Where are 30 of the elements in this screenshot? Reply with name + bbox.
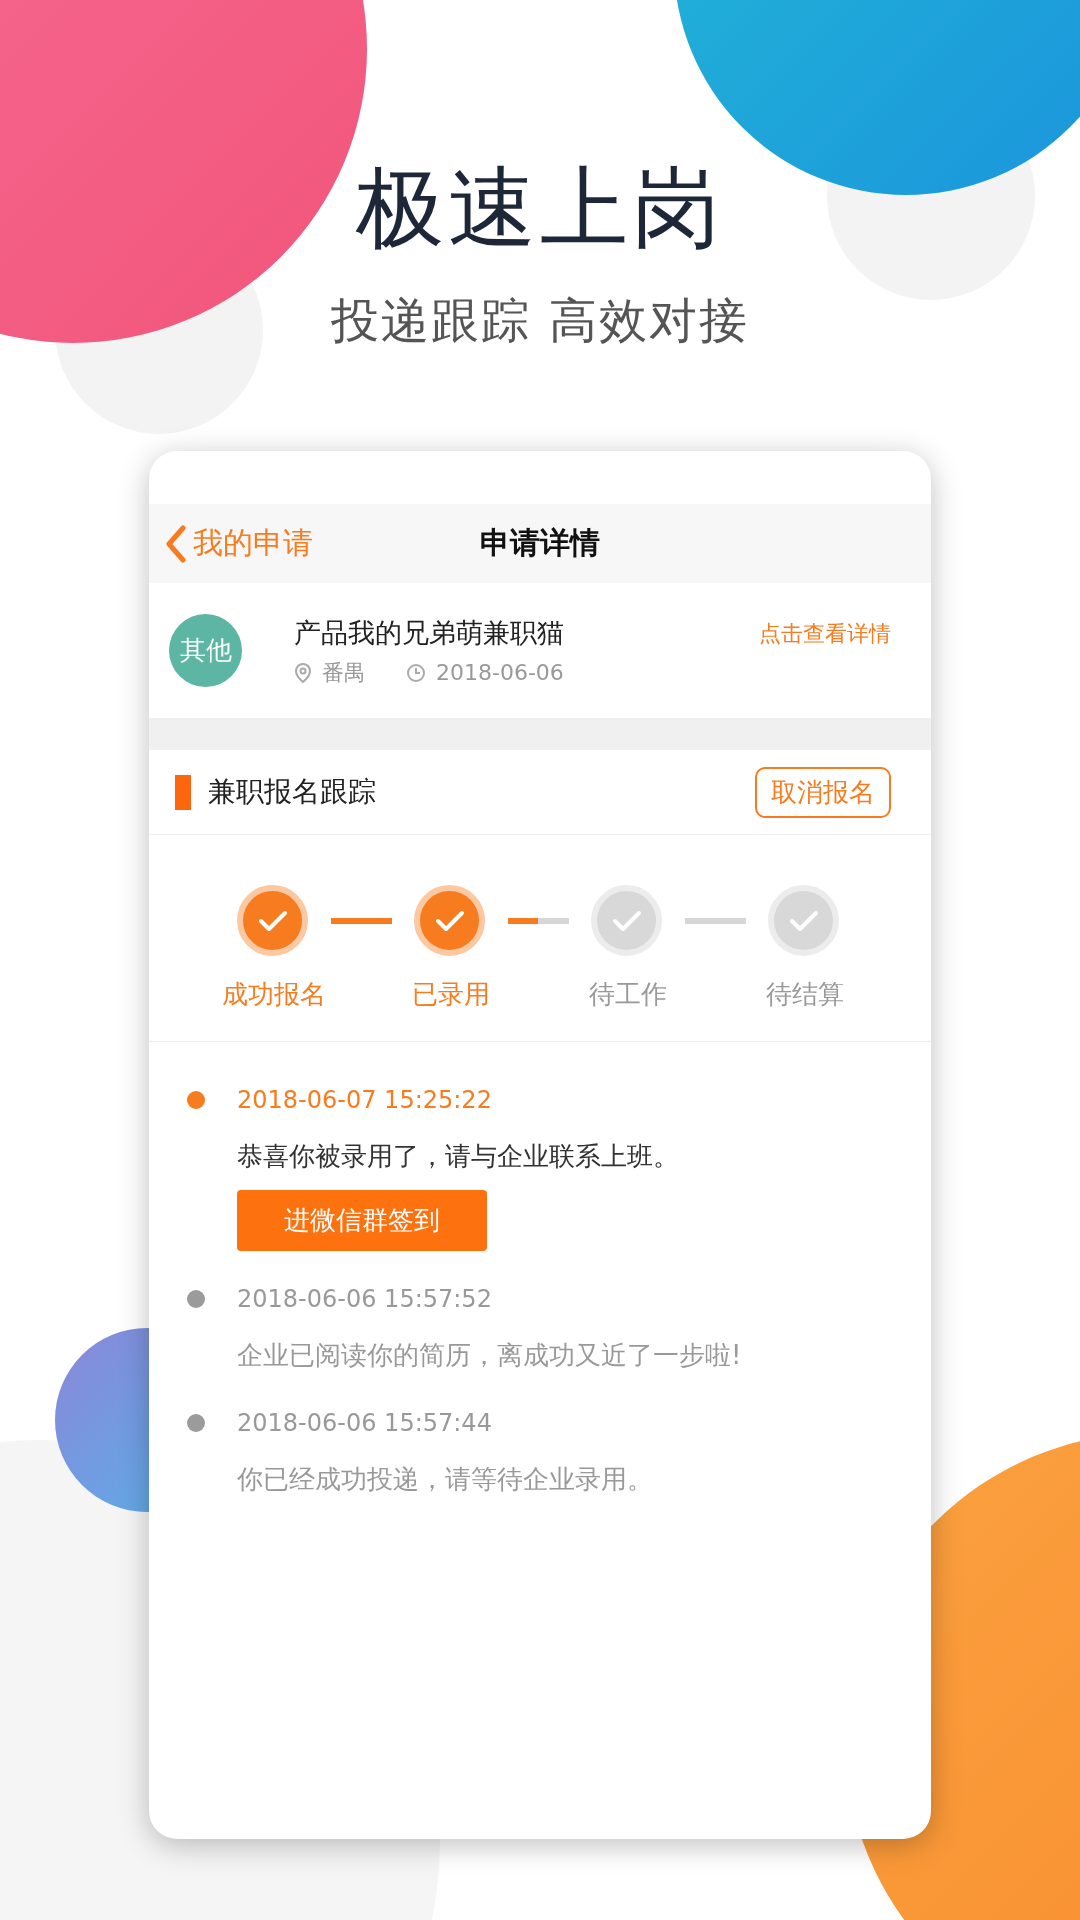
cancel-signup-button[interactable]: 取消报名 bbox=[755, 766, 891, 818]
step-label: 待结算 bbox=[765, 979, 844, 1009]
check-icon bbox=[611, 909, 642, 932]
headline-title: 极速上岗 bbox=[356, 156, 724, 259]
step-label: 已录用 bbox=[411, 979, 490, 1009]
status-message: 恭喜你被录用了，请与企业联系上班。 bbox=[237, 1140, 679, 1173]
back-chevron-icon bbox=[165, 524, 187, 563]
job-date: 2018-06-06 bbox=[436, 660, 564, 685]
check-icon bbox=[434, 909, 465, 932]
timestamp: 2018-06-07 15:25:22 bbox=[237, 1085, 493, 1116]
step-label: 成功报名 bbox=[221, 979, 326, 1009]
headline-subtitle: 投递跟踪 高效对接 bbox=[331, 292, 749, 348]
check-icon bbox=[257, 909, 288, 932]
job-title: 产品我的兄弟萌兼职猫 bbox=[294, 615, 565, 650]
back-button[interactable]: 我的申请 bbox=[149, 522, 319, 565]
status-message: 你已经成功投递，请等待企业录用。 bbox=[237, 1463, 653, 1496]
status-message: 企业已阅读你的简历，离成功又近了一步啦! bbox=[237, 1339, 742, 1372]
category-avatar: 其他 bbox=[169, 614, 242, 687]
view-details-link[interactable]: 点击查看详情 bbox=[759, 619, 891, 649]
check-icon bbox=[788, 909, 819, 932]
section-title: 兼职报名跟踪 bbox=[208, 774, 377, 810]
timestamp: 2018-06-06 15:57:44 bbox=[237, 1408, 493, 1439]
page-title: 申请详情 bbox=[480, 525, 600, 560]
timestamp: 2018-06-06 15:57:52 bbox=[237, 1284, 493, 1315]
step-label: 待工作 bbox=[588, 979, 667, 1009]
section-marker bbox=[175, 774, 191, 810]
wechat-checkin-button[interactable]: 进微信群签到 bbox=[237, 1190, 487, 1251]
clock-icon bbox=[406, 662, 426, 683]
location-pin-icon bbox=[294, 661, 312, 684]
job-location: 番禺 bbox=[322, 658, 366, 687]
